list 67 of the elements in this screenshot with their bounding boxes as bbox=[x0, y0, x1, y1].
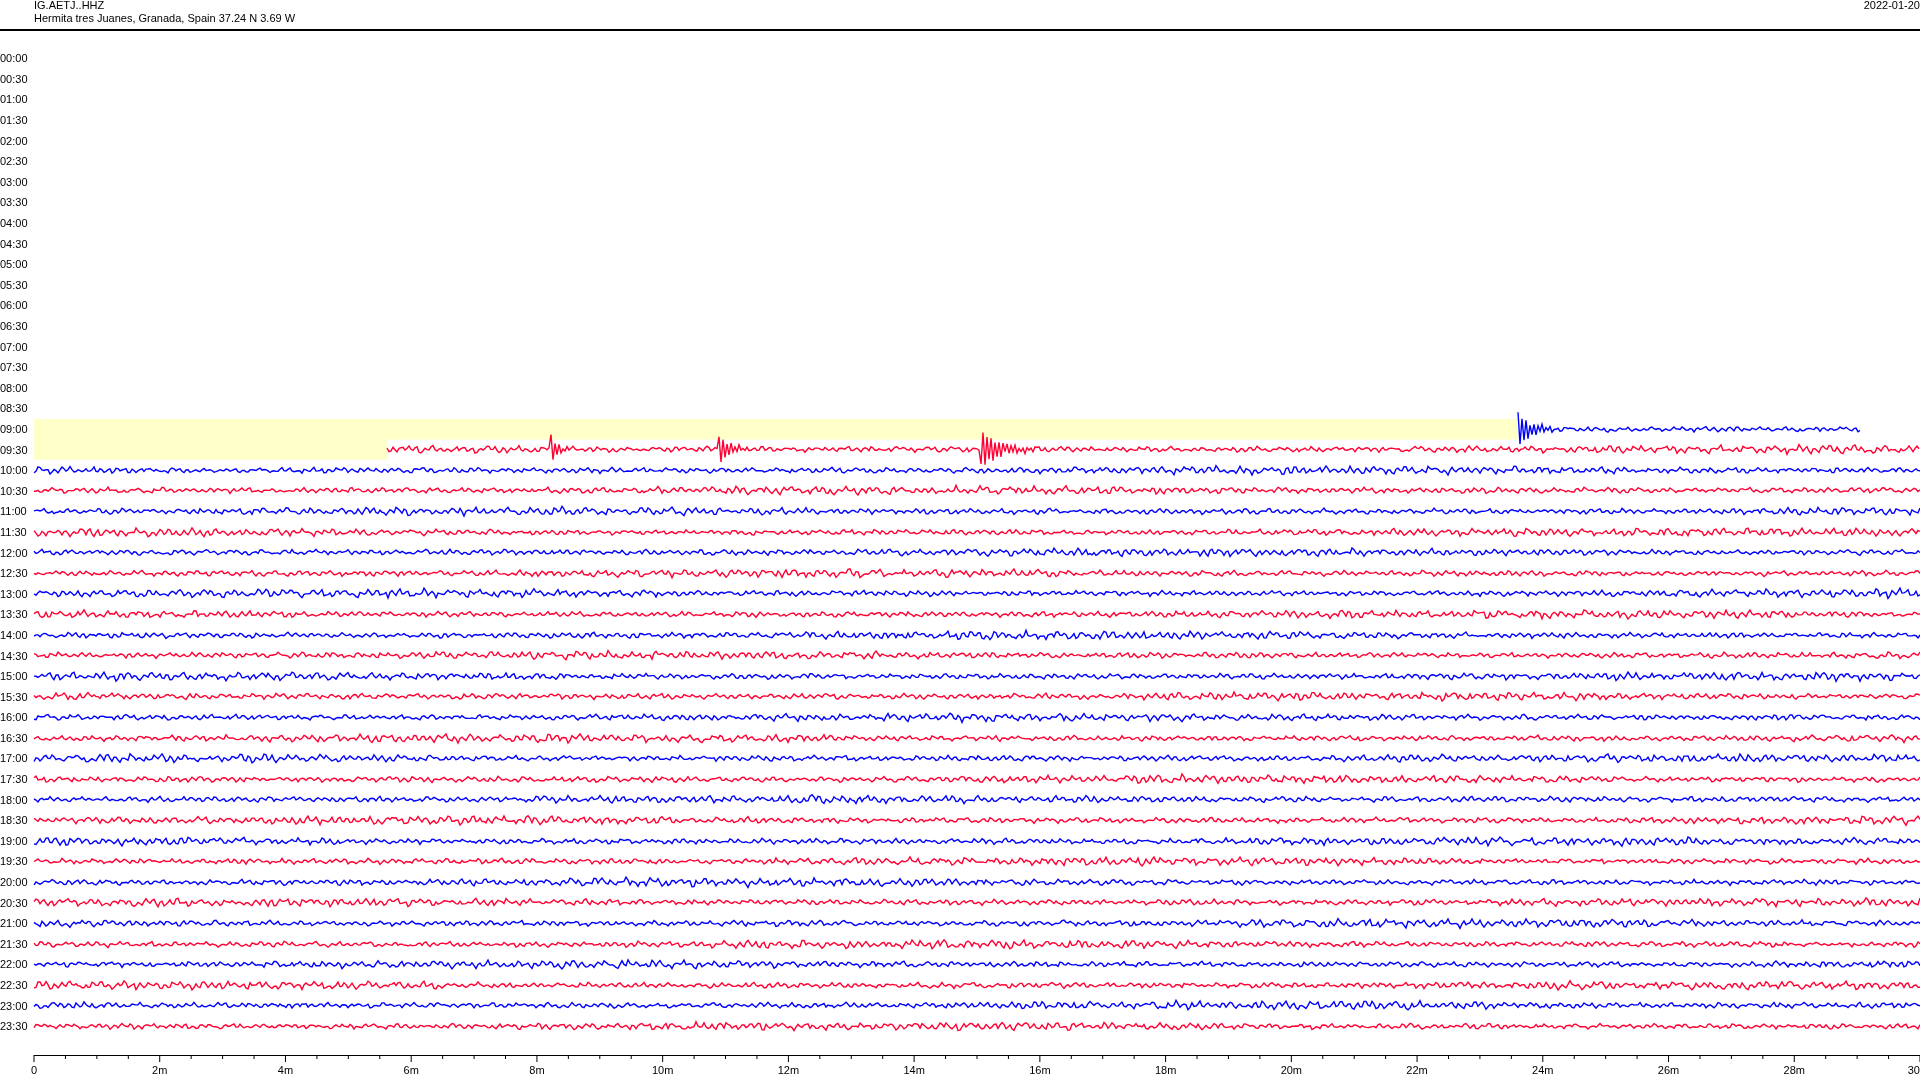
time-label: 05:00 bbox=[0, 258, 29, 271]
time-label: 20:00 bbox=[0, 876, 29, 889]
tick-label: 18m bbox=[1154, 1063, 1177, 1076]
time-label: 12:00 bbox=[0, 546, 29, 559]
time-label: 01:00 bbox=[0, 93, 29, 106]
time-label: 14:00 bbox=[0, 628, 29, 641]
tick-label: 20m bbox=[1280, 1063, 1303, 1076]
time-label: 08:00 bbox=[0, 381, 29, 394]
time-label: 22:00 bbox=[0, 958, 29, 971]
time-label: 04:30 bbox=[0, 237, 29, 250]
time-label: 07:00 bbox=[0, 340, 29, 353]
time-label: 23:00 bbox=[0, 999, 29, 1012]
time-label: 08:30 bbox=[0, 402, 29, 415]
time-label: 03:00 bbox=[0, 175, 29, 188]
time-label: 15:30 bbox=[0, 690, 29, 703]
time-label: 11:00 bbox=[0, 505, 28, 518]
time-label: 10:00 bbox=[0, 464, 29, 477]
time-label: 06:30 bbox=[0, 320, 29, 332]
time-label: 07:30 bbox=[0, 361, 29, 374]
time-label: 23:30 bbox=[0, 1020, 29, 1033]
time-label: 20:30 bbox=[0, 896, 29, 909]
station-location: Hermita tres Juanes, Granada, Spain 37.24 N 3.69 W bbox=[34, 12, 296, 25]
time-label: 21:00 bbox=[0, 917, 29, 930]
time-label: 14:30 bbox=[0, 649, 29, 662]
tick-label: 26m bbox=[1657, 1063, 1680, 1076]
time-label: 22:30 bbox=[0, 979, 29, 991]
tick-label: 28m bbox=[1783, 1063, 1805, 1076]
time-label: 05:30 bbox=[0, 278, 29, 291]
time-label: 18:30 bbox=[0, 814, 29, 827]
time-label: 15:00 bbox=[0, 670, 29, 683]
time-label: 04:00 bbox=[0, 217, 29, 230]
time-label: 19:00 bbox=[0, 834, 29, 847]
time-label: 00:30 bbox=[0, 72, 29, 85]
tick-label: 12m bbox=[777, 1063, 800, 1076]
tick-label: 8m bbox=[529, 1063, 545, 1076]
time-label: 06:00 bbox=[0, 299, 29, 312]
time-label: 03:30 bbox=[0, 196, 29, 209]
tick-label: 22m bbox=[1406, 1063, 1428, 1076]
time-label: 21:30 bbox=[0, 937, 29, 950]
time-label: 17:30 bbox=[0, 773, 29, 786]
time-label: 18:00 bbox=[0, 793, 29, 806]
time-label: 10:30 bbox=[0, 484, 29, 497]
time-label: 11:30 bbox=[0, 525, 28, 538]
time-label: 16:30 bbox=[0, 731, 29, 744]
time-label: 16:00 bbox=[0, 711, 29, 724]
time-label: 17:00 bbox=[0, 752, 29, 765]
time-label: 19:30 bbox=[0, 855, 29, 868]
time-label: 09:30 bbox=[0, 443, 29, 456]
tick-label: 4m bbox=[277, 1063, 294, 1076]
tick-label: 14m bbox=[903, 1063, 925, 1076]
time-label: 12:30 bbox=[0, 567, 29, 580]
time-label: 02:00 bbox=[0, 134, 29, 147]
time-label: 01:30 bbox=[0, 114, 29, 127]
tick-label: 0 bbox=[30, 1063, 38, 1076]
time-label: 09:00 bbox=[0, 423, 29, 435]
date-label: 2022-01-20 bbox=[1863, 0, 1920, 13]
time-label: 00:00 bbox=[0, 52, 29, 65]
time-label: 13:30 bbox=[0, 608, 29, 621]
tick-label: 24m bbox=[1532, 1063, 1554, 1076]
tick-label: 10m bbox=[651, 1063, 674, 1076]
tick-label: 2m bbox=[152, 1063, 168, 1076]
time-label: 13:00 bbox=[0, 587, 29, 600]
tick-label: 16m bbox=[1029, 1063, 1051, 1076]
tick-label: 30 bbox=[1907, 1063, 1920, 1076]
station-code: IG.AETJ..HHZ bbox=[34, 0, 106, 12]
time-label: 02:30 bbox=[0, 155, 29, 168]
tick-label: 6m bbox=[403, 1063, 419, 1076]
